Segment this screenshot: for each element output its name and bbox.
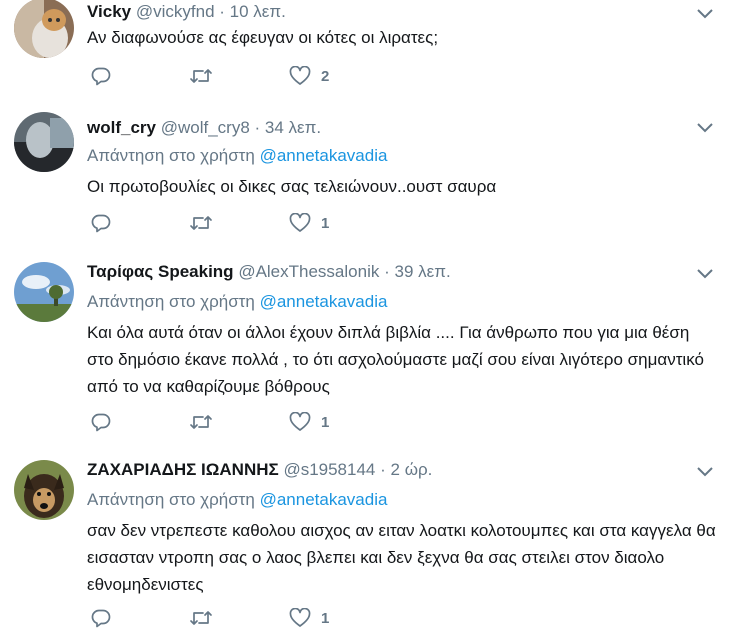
display-name[interactable]: Vicky [87,2,131,21]
tweet[interactable]: ΖΑΧΑΡΙΑΔΗΣ ΙΩΑΝΝΗΣ @s1958144 · 2 ώρ. Απά… [0,444,738,634]
timestamp[interactable]: 2 ώρ. [391,460,433,479]
retweet-button[interactable] [189,410,223,434]
reply-button[interactable] [91,211,121,235]
user-handle[interactable]: @AlexThessalonik [238,262,379,281]
like-button[interactable]: 1 [289,606,329,630]
like-icon [289,66,311,85]
avatar[interactable] [14,0,74,58]
display-name[interactable]: Ταρίφας Speaking [87,262,234,281]
retweet-icon [190,415,212,429]
display-name[interactable]: ΖΑΧΑΡΙΑΔΗΣ ΙΩΑΝΝΗΣ [87,460,279,479]
reply-icon [91,609,111,628]
reply-context: Απάντηση στο χρήστη @annetakavadia [87,146,387,166]
like-icon [289,213,311,232]
like-count: 1 [321,214,330,232]
retweet-button[interactable] [189,606,223,630]
mention-link[interactable]: @annetakavadia [260,490,388,509]
user-handle[interactable]: @s1958144 [283,460,375,479]
like-count: 1 [321,609,330,627]
mention-link[interactable]: @annetakavadia [260,146,388,165]
separator: · [384,262,390,281]
avatar[interactable] [14,262,74,322]
retweet-button[interactable] [189,64,223,88]
chevron-down-icon[interactable] [696,122,714,134]
chevron-down-icon[interactable] [696,8,714,20]
display-name[interactable]: wolf_cry [87,118,156,137]
timestamp[interactable]: 39 λεπ. [395,262,451,281]
like-count: 2 [321,67,330,85]
tweet[interactable]: wolf_cry @wolf_cry8 · 34 λεπ. Απάντηση σ… [0,98,738,247]
timestamp[interactable]: 34 λεπ. [265,118,321,137]
tweet[interactable]: Ταρίφας Speaking @AlexThessalonik · 39 λ… [0,246,738,445]
like-icon [289,412,311,431]
mention-link[interactable]: @annetakavadia [260,292,388,311]
reply-icon [91,214,111,233]
avatar-image [14,112,74,172]
timestamp[interactable]: 10 λεπ. [230,2,286,21]
like-button[interactable]: 1 [289,211,329,235]
like-icon [289,608,311,627]
avatar[interactable] [14,460,74,520]
reply-to-label: Απάντηση στο χρήστη [87,292,255,311]
tweet-text: Αν διαφωνούσε ας έφευγαν οι κότες οι λιρ… [87,28,439,47]
avatar-image [14,0,74,58]
reply-to-label: Απάντηση στο χρήστη [87,146,255,165]
avatar[interactable] [14,112,74,172]
retweet-button[interactable] [189,211,223,235]
chevron-down-icon[interactable] [696,466,714,478]
chevron-down-icon[interactable] [696,268,714,280]
tweet-text: Και όλα αυτά όταν οι άλλοι έχουν διπλά β… [87,323,704,396]
tweet[interactable]: Vicky @vickyfnd · 10 λεπ. Αν διαφωνούσε … [0,0,738,99]
tweet-text: σαν δεν ντρεπεστε καθολου αισχος αν ειτα… [87,521,716,594]
avatar-image [14,460,74,520]
reply-context: Απάντηση στο χρήστη @annetakavadia [87,292,387,312]
reply-button[interactable] [91,410,121,434]
reply-button[interactable] [91,64,121,88]
reply-icon [91,413,111,432]
reply-context: Απάντηση στο χρήστη @annetakavadia [87,490,387,510]
retweet-icon [190,611,212,625]
retweet-icon [190,216,212,230]
separator: · [219,2,225,21]
reply-to-label: Απάντηση στο χρήστη [87,490,255,509]
reply-button[interactable] [91,606,121,630]
like-button[interactable]: 1 [289,410,329,434]
tweet-text: Οι πρωτοβουλίες οι δικες σας τελειώνουν.… [87,177,497,196]
user-handle[interactable]: @vickyfnd [136,2,215,21]
reply-icon [91,67,111,86]
separator: · [254,118,261,137]
avatar-image [14,262,74,322]
separator: · [380,460,386,479]
like-count: 1 [321,413,330,431]
user-handle[interactable]: @wolf_cry8 [161,118,250,137]
retweet-icon [190,69,212,83]
like-button[interactable]: 2 [289,64,329,88]
